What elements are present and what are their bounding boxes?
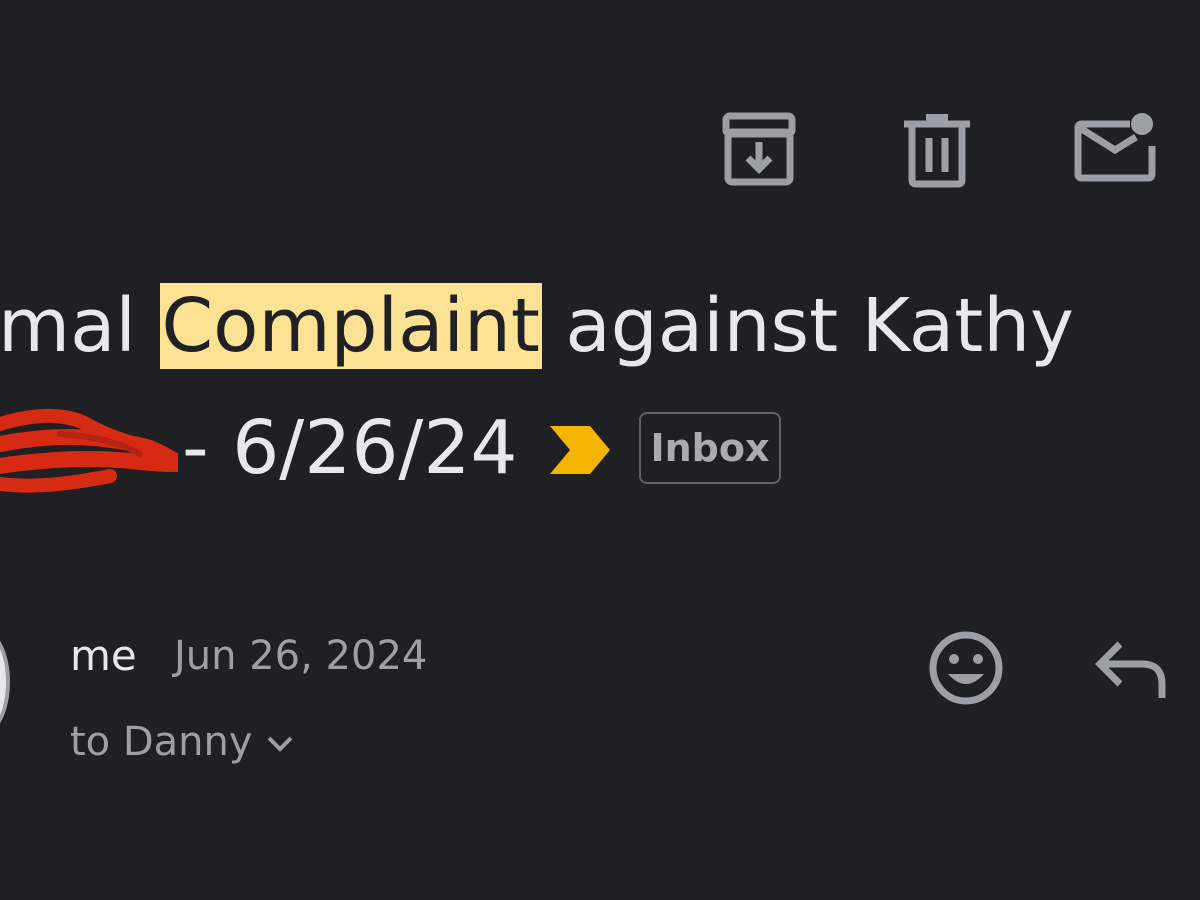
- sent-date: Jun 26, 2024: [174, 633, 428, 679]
- subject-date: - 6/26/24: [182, 405, 518, 491]
- archive-icon: [722, 112, 796, 186]
- email-view: mal Complaint against Kathy - 6/26/24 In…: [0, 0, 1200, 900]
- email-subject-line-2: - 6/26/24: [0, 398, 518, 500]
- reply-icon: [1095, 641, 1166, 698]
- subject-prefix: mal: [0, 283, 160, 369]
- redaction-scribble: [0, 404, 178, 500]
- search-highlight: Complaint: [159, 283, 542, 369]
- recipient-details-toggle[interactable]: to Danny: [70, 714, 295, 770]
- sender-name: me: [70, 631, 137, 680]
- avatar[interactable]: [0, 628, 10, 736]
- subject-suffix: against Kathy: [541, 283, 1074, 369]
- archive-button[interactable]: [722, 112, 796, 188]
- reply-button[interactable]: [1092, 638, 1168, 702]
- delete-button[interactable]: [900, 112, 974, 188]
- add-reaction-icon: [929, 631, 1003, 705]
- delete-icon: [904, 114, 970, 188]
- important-marker-icon[interactable]: [546, 422, 614, 478]
- label-chip-inbox[interactable]: Inbox: [639, 412, 781, 484]
- email-subject-line-1: mal Complaint against Kathy: [0, 276, 1074, 376]
- mark-unread-button[interactable]: [1072, 110, 1158, 186]
- add-reaction-button[interactable]: [926, 628, 1006, 708]
- recipient-label: to Danny: [70, 719, 253, 765]
- mark-unread-icon: [1074, 113, 1156, 182]
- chevron-down-icon: [267, 736, 292, 752]
